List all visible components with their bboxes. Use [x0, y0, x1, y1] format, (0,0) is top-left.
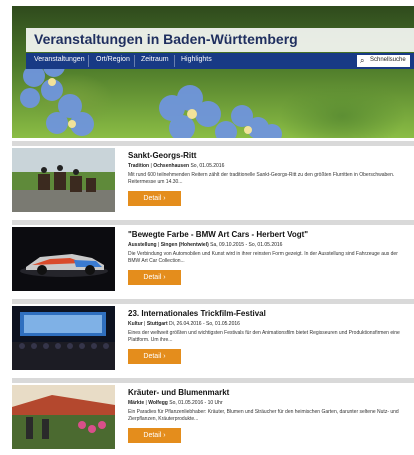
- event-card-4: Kräuter- und Blumenmarkt Märkte | Wolfeg…: [12, 385, 414, 455]
- event-thumbnail-riders[interactable]: [12, 148, 115, 212]
- event-description: Mit rund 600 teilnehmenden Reitern zählt…: [128, 172, 395, 185]
- detail-button[interactable]: Detail ›: [128, 349, 181, 364]
- card-divider: [12, 378, 414, 383]
- detail-button[interactable]: Detail ›: [128, 428, 181, 443]
- nav-veranstaltungen[interactable]: Veranstaltungen: [34, 56, 85, 63]
- hero-banner: Veranstaltungen in Baden-Württemberg Ver…: [12, 6, 414, 138]
- event-date: So, 01.05.2016 - 10 Uhr: [169, 400, 223, 406]
- event-thumbnail-art-car[interactable]: [12, 227, 115, 291]
- event-category: Ausstellung: [128, 242, 157, 248]
- event-meta: Märkte | Wolfegg So, 01.05.2016 - 10 Uhr: [128, 400, 223, 406]
- nav-separator: [174, 55, 175, 67]
- event-date: Di, 26.04.2016 - So, 01.05.2016: [169, 321, 240, 327]
- event-title[interactable]: "Bewegte Farbe - BMW Art Cars - Herbert …: [128, 230, 308, 239]
- event-description: Ein Paradies für Pflanzenliebhaber: Kräu…: [128, 409, 399, 422]
- event-card-2: "Bewegte Farbe - BMW Art Cars - Herbert …: [12, 227, 414, 297]
- title-band: Veranstaltungen in Baden-Württemberg: [26, 28, 414, 52]
- event-meta: Tradition | Ochsenhausen So, 01.05.2016: [128, 163, 225, 169]
- event-place: Stuttgart: [146, 321, 168, 327]
- card-divider: [12, 220, 414, 225]
- nav-highlights[interactable]: Highlights: [181, 56, 212, 63]
- event-category: Märkte: [128, 400, 145, 406]
- event-thumbnail-cinema[interactable]: [12, 306, 115, 370]
- detail-button[interactable]: Detail ›: [128, 191, 181, 206]
- nav-separator: [134, 55, 135, 67]
- event-meta: Kultur | Stuttgart Di, 26.04.2016 - So, …: [128, 321, 240, 327]
- event-date: Sa, 09.10.2015 - So, 01.05.2016: [210, 242, 283, 248]
- nav-ort-region[interactable]: Ort/Region: [96, 56, 130, 63]
- event-category: Kultur: [128, 321, 143, 327]
- event-description: Die Verbindung von Automobilen und Kunst…: [128, 251, 398, 264]
- search-icon: ⌕: [360, 56, 365, 65]
- event-place: Singen (Hohentwiel): [160, 242, 209, 248]
- event-description: Eines der weltweit größten und wichtigst…: [128, 330, 400, 343]
- forget-me-not-flowers-image: [20, 55, 282, 138]
- event-category: Tradition: [128, 163, 150, 169]
- event-card-3: 23. Internationales Trickfilm-Festival K…: [12, 306, 414, 376]
- event-date: So, 01.05.2016: [190, 163, 225, 169]
- event-place: Ochsenhausen: [153, 163, 190, 169]
- nav-zeitraum[interactable]: Zeitraum: [141, 56, 169, 63]
- event-card-1: Sankt-Georgs-Ritt Tradition | Ochsenhaus…: [12, 148, 414, 218]
- card-divider: [12, 141, 414, 146]
- event-place: Wolfegg: [148, 400, 168, 406]
- event-thumbnail-market[interactable]: [12, 385, 115, 449]
- detail-button[interactable]: Detail ›: [128, 270, 181, 285]
- event-meta: Ausstellung | Singen (Hohentwiel) Sa, 09…: [128, 242, 283, 248]
- event-title[interactable]: Kräuter- und Blumenmarkt: [128, 388, 229, 397]
- quick-search-label: Schnellsuche: [370, 57, 406, 63]
- quick-search-button[interactable]: ⌕ Schnellsuche: [357, 55, 410, 67]
- card-divider: [12, 299, 414, 304]
- main-nav: Veranstaltungen Ort/Region Zeitraum High…: [26, 53, 414, 69]
- event-title[interactable]: 23. Internationales Trickfilm-Festival: [128, 309, 266, 318]
- nav-separator: [88, 55, 89, 67]
- event-title[interactable]: Sankt-Georgs-Ritt: [128, 151, 196, 160]
- page-title: Veranstaltungen in Baden-Württemberg: [34, 31, 298, 47]
